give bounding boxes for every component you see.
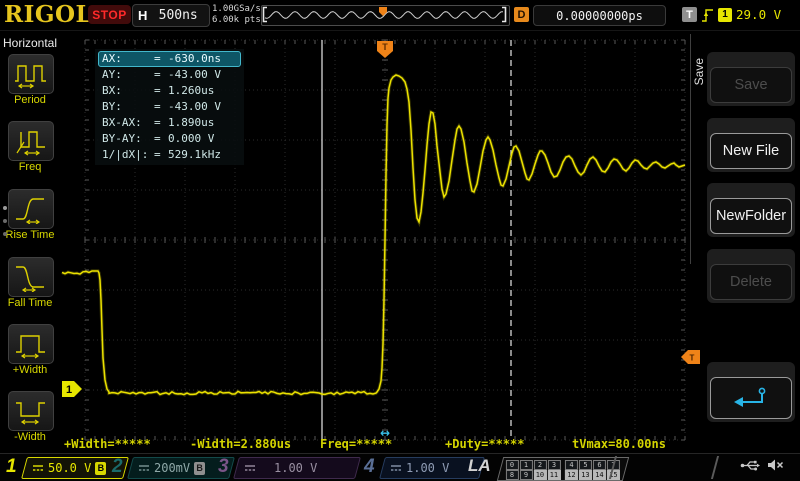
measurement-readout: +Duty=***** bbox=[445, 437, 525, 451]
ch3-scale: 1.00 V bbox=[274, 461, 318, 475]
sample-rate: 1.00GSa/s bbox=[212, 4, 261, 14]
fall-time-icon bbox=[16, 266, 44, 292]
ch1-bw-limit-badge: B bbox=[95, 461, 107, 475]
la-digit-6: 6 bbox=[593, 459, 607, 470]
save-button[interactable]: Save bbox=[707, 52, 795, 106]
acquisition-info: 1.00GSa/s 6.00k pts bbox=[212, 4, 261, 26]
la-digit-10: 10 bbox=[533, 469, 547, 479]
h-label: H bbox=[138, 8, 148, 23]
run-state-badge[interactable]: STOP bbox=[88, 5, 131, 24]
measurement-readout: Freq=***** bbox=[320, 437, 393, 451]
save-menu: Save Save New File NewFolder Delete bbox=[690, 30, 800, 455]
la-digit-5: 5 bbox=[579, 459, 593, 470]
plus-width-icon bbox=[16, 335, 45, 359]
top-status-bar: RIGOL STOP H 500ns 1.00GSa/s 6.00k pts D… bbox=[0, 0, 800, 31]
la-label[interactable]: LA bbox=[468, 456, 491, 476]
cursor-readout-row: 1/|dX|: = 529.1kHz bbox=[102, 148, 221, 161]
period-icon bbox=[15, 65, 46, 89]
measurement-readout: tVmax=80.00ns bbox=[572, 437, 666, 451]
la-digit-12: 12 bbox=[565, 469, 579, 479]
timebase-value: 500ns bbox=[158, 8, 198, 23]
ch2-bw-limit-badge: B bbox=[194, 461, 206, 475]
la-digit-2: 2 bbox=[533, 459, 547, 470]
measurement-readout: -Width=2.880us bbox=[190, 437, 292, 451]
trigger-delay-value[interactable]: 0.00000000ps bbox=[533, 5, 666, 26]
memory-waveform-preview[interactable] bbox=[261, 5, 510, 26]
svg-text:T: T bbox=[382, 42, 388, 52]
menu-tab-save: Save bbox=[692, 58, 706, 86]
rigol-logo: RIGOL bbox=[4, 1, 93, 28]
ch2-scale: 200mV bbox=[154, 461, 191, 475]
horizontal-measure-menu: Horizontal Period Freq Rise Time Fall Ti… bbox=[0, 30, 60, 455]
freq-icon bbox=[16, 131, 45, 156]
cursor-readout-row: BX: = 1.260us bbox=[102, 84, 215, 97]
new-folder-button[interactable]: NewFolder bbox=[707, 183, 795, 237]
preview-waveform-icon bbox=[262, 6, 507, 23]
ch1-number[interactable]: 1 bbox=[6, 456, 17, 478]
return-arrow-icon bbox=[734, 387, 766, 407]
ch4-number[interactable]: 4 bbox=[364, 456, 375, 478]
ch3-status[interactable]: 1.00 V bbox=[233, 457, 361, 479]
la-digit-1: 1 bbox=[519, 459, 533, 470]
menu-tab-divider bbox=[690, 34, 691, 264]
cursor-readout-box: AX: = -630.0ns AY: = -43.00 V BX: = 1.260us BY: = -… bbox=[95, 49, 244, 165]
trigger-source-badge: 1 bbox=[718, 7, 732, 22]
ch1-scale: 50.0 V bbox=[48, 461, 92, 475]
ch4-scale: 1.00 V bbox=[406, 461, 450, 475]
ch3-number[interactable]: 3 bbox=[218, 456, 229, 478]
speaker-muted-icon[interactable] bbox=[767, 458, 784, 472]
divider bbox=[710, 456, 720, 479]
menu-title: Horizontal bbox=[2, 36, 58, 50]
cursor-readout-row: BX-AX: = 1.890us bbox=[102, 116, 215, 129]
la-digit-8: 8 bbox=[505, 469, 519, 479]
la-digit-4: 4 bbox=[565, 459, 579, 470]
la-digit-3: 3 bbox=[547, 459, 561, 470]
delay-label: D bbox=[514, 7, 529, 22]
la-digit-14: 14 bbox=[593, 469, 607, 479]
svg-text:1: 1 bbox=[66, 384, 72, 396]
trigger-level-value: 29.0 V bbox=[736, 7, 782, 22]
menu-scroll-indicator bbox=[3, 206, 7, 236]
la-digit-0: 0 bbox=[505, 459, 519, 470]
dc-coupling-icon bbox=[245, 465, 255, 471]
dc-coupling-icon bbox=[139, 465, 149, 471]
ch2-number[interactable]: 2 bbox=[112, 456, 123, 478]
rise-time-icon bbox=[16, 198, 44, 224]
cursor-readout-row: BY-AY: = 0.000 V bbox=[102, 132, 215, 145]
back-button[interactable] bbox=[707, 362, 795, 422]
la-digit-9: 9 bbox=[519, 469, 533, 479]
cursor-readout-row: AX: = -630.0ns bbox=[98, 51, 241, 67]
measurement-bar: +Width=***** -Width=2.880us Freq=***** +Dut… bbox=[0, 436, 800, 453]
rising-edge-icon bbox=[702, 8, 713, 22]
oscilloscope-screen: { "top_bar": { "logo": "RIGOL", "run_sta… bbox=[0, 0, 800, 481]
cursor-readout-row: BY: = -43.00 V bbox=[102, 100, 221, 113]
cursor-readout-row: AY: = -43.00 V bbox=[102, 68, 221, 81]
delete-button[interactable]: Delete bbox=[707, 249, 795, 303]
new-file-button[interactable]: New File bbox=[707, 118, 795, 172]
la-digit-13: 13 bbox=[579, 469, 593, 479]
usb-icon bbox=[740, 460, 760, 470]
measurement-readout: +Width=***** bbox=[64, 437, 151, 451]
minus-width-icon bbox=[16, 402, 45, 425]
memory-depth: 6.00k pts bbox=[212, 15, 261, 25]
horizontal-timebase-control[interactable]: H 500ns bbox=[132, 4, 210, 27]
dc-coupling-icon bbox=[33, 465, 43, 471]
trigger-label: T bbox=[682, 7, 697, 22]
preview-trigger-marker bbox=[379, 7, 387, 16]
trigger-status-group[interactable]: T 1 29.0 V bbox=[682, 5, 781, 24]
dc-coupling-icon bbox=[391, 465, 401, 471]
la-digit-11: 11 bbox=[547, 469, 561, 479]
channel-status-bar: 1 50.0 V B 2 200mV B 3 1.00 V 4 1.00 V L… bbox=[0, 453, 800, 481]
